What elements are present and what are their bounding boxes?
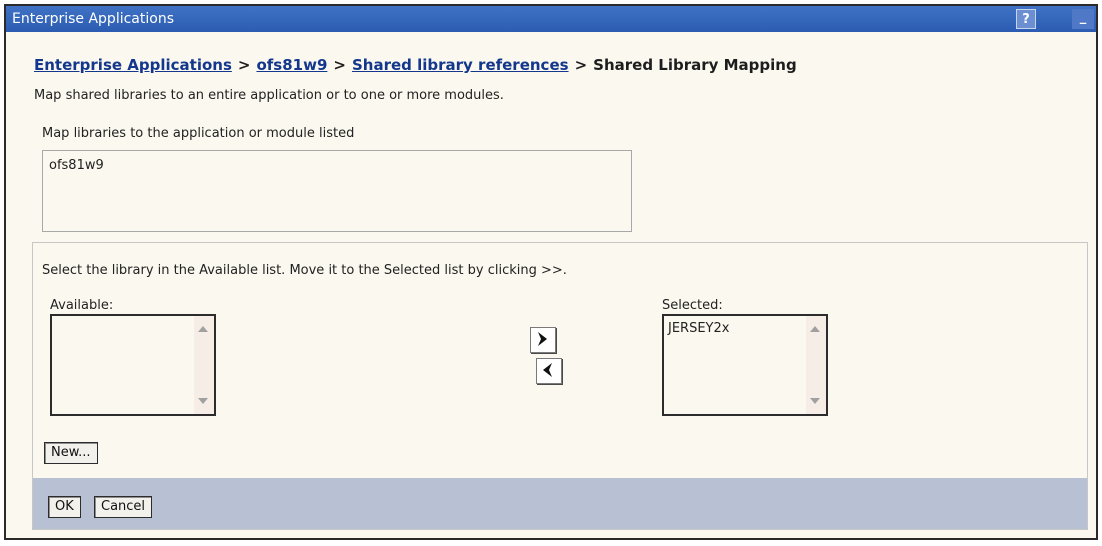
footer-bar: [32, 478, 1088, 530]
window-titlebar: Enterprise Applications ? _: [6, 6, 1096, 32]
breadcrumb-link-shared-library-references[interactable]: Shared library references: [352, 56, 569, 74]
move-to-available-button[interactable]: [536, 358, 562, 384]
selected-scrollbar[interactable]: [806, 316, 826, 414]
help-button[interactable]: ?: [1016, 9, 1036, 29]
arrow-left-icon: [543, 363, 552, 377]
breadcrumb-separator: >: [574, 56, 588, 74]
new-library-button[interactable]: New...: [44, 442, 98, 464]
application-module-item[interactable]: ofs81w9: [49, 158, 104, 173]
page-description: Map shared libraries to an entire applic…: [34, 88, 504, 103]
available-listbox[interactable]: [50, 314, 216, 416]
library-instruction: Select the library in the Available list…: [42, 263, 567, 278]
scroll-up-icon[interactable]: [810, 326, 820, 332]
move-to-selected-button[interactable]: [530, 327, 556, 353]
breadcrumb-separator: >: [333, 56, 346, 74]
scroll-up-icon[interactable]: [198, 326, 208, 332]
arrow-right-icon: [538, 332, 547, 346]
cancel-button[interactable]: Cancel: [94, 496, 153, 518]
ok-button[interactable]: OK: [48, 496, 81, 518]
breadcrumb-link-application[interactable]: ofs81w9: [256, 56, 327, 74]
window-title: Enterprise Applications: [12, 11, 174, 27]
scroll-down-icon[interactable]: [810, 398, 820, 404]
breadcrumb: Enterprise Applications > ofs81w9 > Shared l…: [34, 56, 797, 74]
available-scrollbar[interactable]: [194, 316, 214, 414]
minimize-button[interactable]: _: [1072, 9, 1094, 29]
breadcrumb-current-page: Shared Library Mapping: [593, 56, 797, 74]
selected-label: Selected:: [662, 298, 723, 313]
selected-listbox[interactable]: JERSEY2x: [662, 314, 828, 416]
breadcrumb-separator: >: [237, 56, 251, 74]
application-module-list[interactable]: ofs81w9: [42, 150, 632, 232]
selected-library-item[interactable]: JERSEY2x: [668, 321, 729, 336]
available-label: Available:: [50, 298, 114, 313]
breadcrumb-link-enterprise-applications[interactable]: Enterprise Applications: [34, 56, 232, 74]
map-libraries-label: Map libraries to the application or modu…: [42, 126, 355, 141]
scroll-down-icon[interactable]: [198, 398, 208, 404]
